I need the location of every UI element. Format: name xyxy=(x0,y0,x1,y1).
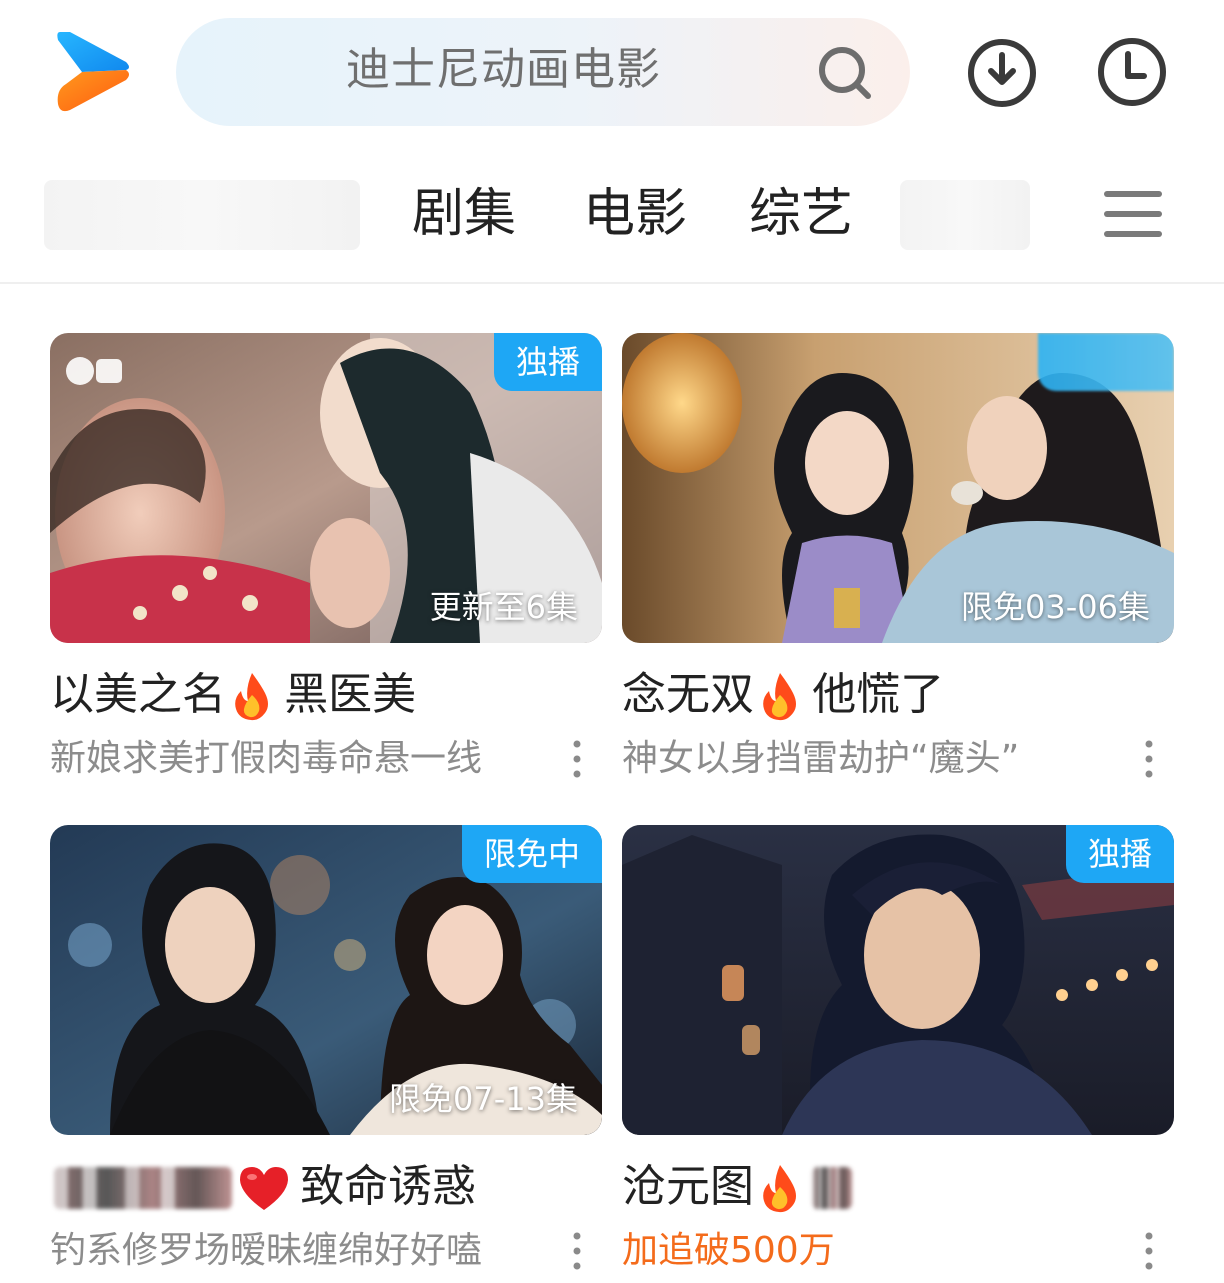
video-subtitle: 新娘求美打假肉毒命悬一线 xyxy=(50,738,483,779)
more-options-icon[interactable] xyxy=(1140,1231,1158,1271)
video-card[interactable]: 限免03-06集 念无双 他慌了 神女以身挡雷劫护“魔头” xyxy=(622,333,1174,779)
heart-icon xyxy=(240,1167,289,1210)
subtitle-row: 加追破500万 xyxy=(622,1223,1174,1279)
video-thumbnail[interactable]: 限免03-06集 xyxy=(622,333,1174,643)
exclusive-badge: 独播 xyxy=(1065,825,1174,883)
menu-icon[interactable] xyxy=(1104,186,1162,242)
blurred-badge xyxy=(1038,333,1174,391)
video-title-tag: 黑医美 xyxy=(284,669,417,720)
app-logo-icon[interactable] xyxy=(52,30,132,112)
history-icon[interactable] xyxy=(1096,36,1168,108)
tab-movies[interactable]: 电影 xyxy=(583,178,687,250)
fire-icon xyxy=(235,673,269,721)
video-card[interactable]: 独播 沧元图 加追破500万 xyxy=(622,825,1174,1271)
blurred-title-text xyxy=(812,1167,853,1209)
video-subtitle: 神女以身挡雷劫护“魔头” xyxy=(622,738,1020,779)
more-options-icon[interactable] xyxy=(568,739,586,779)
blurred-tab-area xyxy=(44,180,360,250)
episode-status: 限免07-13集 xyxy=(389,1080,578,1118)
fire-icon xyxy=(763,1165,797,1213)
search-bar[interactable]: 迪士尼动画电影 xyxy=(176,18,910,126)
video-title[interactable]: 沧元图 xyxy=(622,1155,754,1219)
studio-logo-icon xyxy=(66,357,122,385)
title-row[interactable]: 以美之名 黑医美 xyxy=(50,663,602,727)
video-card[interactable]: 独播 更新至6集 以美之名 黑医美 新娘求美打假肉毒命悬一线 xyxy=(50,333,602,779)
free-badge: 限免中 xyxy=(461,825,602,883)
video-title-tag: 他慌了 xyxy=(812,669,945,720)
more-options-icon[interactable] xyxy=(1140,739,1158,779)
download-icon[interactable] xyxy=(966,37,1038,109)
title-row[interactable]: 致命诱惑 xyxy=(50,1155,602,1219)
video-thumbnail[interactable]: 限免中 限免07-13集 xyxy=(50,825,602,1135)
subtitle-row: 新娘求美打假肉毒命悬一线 xyxy=(50,731,602,787)
video-title[interactable]: 念无双 xyxy=(622,663,754,727)
episode-status: 限免03-06集 xyxy=(961,588,1150,626)
episode-status: 更新至6集 xyxy=(429,588,578,626)
video-title[interactable]: 以美之名 xyxy=(50,663,226,727)
video-thumbnail[interactable]: 独播 更新至6集 xyxy=(50,333,602,643)
title-row[interactable]: 念无双 他慌了 xyxy=(622,663,1174,727)
blurred-title-text xyxy=(54,1167,232,1209)
search-icon[interactable] xyxy=(816,44,874,102)
title-row[interactable]: 沧元图 xyxy=(622,1155,1174,1219)
video-thumbnail[interactable]: 独播 xyxy=(622,825,1174,1135)
video-card[interactable]: 限免中 限免07-13集 致命诱惑 钓系修罗场暧昧缠绵好好嗑 xyxy=(50,825,602,1271)
category-tab-bar: 剧集 电影 综艺 xyxy=(0,150,1224,284)
more-options-icon[interactable] xyxy=(568,1231,586,1271)
search-input[interactable]: 迪士尼动画电影 xyxy=(346,40,661,100)
video-title-tag[interactable]: 致命诱惑 xyxy=(300,1155,476,1219)
fire-icon xyxy=(763,673,797,721)
subtitle-row: 神女以身挡雷劫护“魔头” xyxy=(622,731,1174,787)
subtitle-row: 钓系修罗场暧昧缠绵好好嗑 xyxy=(50,1223,602,1279)
video-subtitle: 钓系修罗场暧昧缠绵好好嗑 xyxy=(50,1230,483,1271)
tab-series[interactable]: 剧集 xyxy=(412,178,516,250)
blurred-tab-area xyxy=(900,180,1030,250)
tab-variety[interactable]: 综艺 xyxy=(749,178,853,250)
top-bar: 迪士尼动画电影 xyxy=(0,0,1224,145)
exclusive-badge: 独播 xyxy=(493,333,602,391)
video-subtitle: 加追破500万 xyxy=(622,1230,835,1271)
